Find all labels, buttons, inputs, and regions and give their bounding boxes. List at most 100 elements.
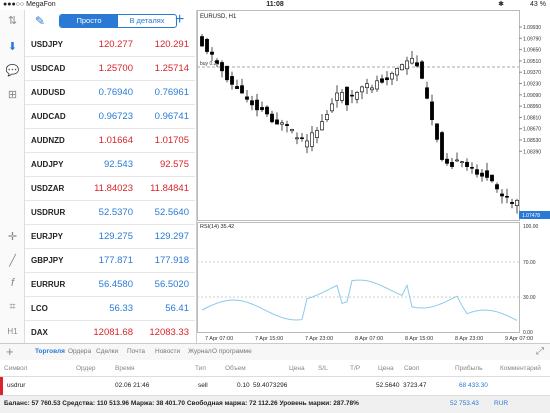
candle-body bbox=[440, 132, 444, 160]
price-tick-label: 1.09230 bbox=[523, 82, 541, 88]
rsi-line bbox=[201, 279, 518, 321]
quote-bid: 0.76940 bbox=[98, 87, 133, 98]
quote-bid: 1.25700 bbox=[98, 63, 133, 74]
candle-body bbox=[420, 61, 424, 79]
quote-symbol: EURRUR bbox=[31, 280, 66, 289]
expand-icon[interactable]: ⤢ bbox=[536, 346, 544, 357]
candle-body bbox=[200, 36, 204, 47]
add-icon[interactable]: + bbox=[6, 344, 14, 359]
candle-body bbox=[385, 77, 389, 81]
quote-row-eurjpy[interactable]: EURJPY 129.275 129.297 bbox=[25, 225, 195, 249]
rsi-label: RSI(14) 35.42 bbox=[200, 224, 234, 230]
tab-orders[interactable]: Ордера bbox=[68, 348, 91, 355]
candle-body bbox=[240, 85, 244, 94]
quote-row-lco[interactable]: LCO 56.33 56.41 bbox=[25, 297, 195, 321]
quote-symbol: AUDJPY bbox=[31, 160, 64, 169]
quote-symbol: USDZAR bbox=[31, 184, 65, 193]
quote-bid: 52.5370 bbox=[98, 207, 133, 218]
add-symbol-icon[interactable]: + bbox=[175, 11, 184, 29]
balance-text: Баланс: 57 760.53 Средства: 110 513.96 М… bbox=[4, 400, 359, 407]
candle-body bbox=[210, 51, 214, 55]
trade-price: 59.4073296 bbox=[253, 382, 288, 389]
toolbox-tabs: + Торговля Ордера Сделки Почта Новости Ж… bbox=[0, 343, 550, 360]
quote-ask: 0.76961 bbox=[154, 87, 189, 98]
quote-row-gbpjpy[interactable]: GBPJPY 177.871 177.918 bbox=[25, 249, 195, 273]
left-toolbar: ⇅ ⬇ 💬 ⊞ ✛ ╱ f ⌗ H1 bbox=[0, 10, 25, 343]
col-order: Ордер bbox=[76, 365, 96, 372]
quote-symbol: AUDNZD bbox=[31, 136, 65, 145]
chart-canvas[interactable]: EURUSD, H1 RSI(14) 35.42 1.09930 1.09790 1.0… bbox=[197, 10, 550, 343]
quote-row-audusd[interactable]: AUDUSD 0.76940 0.76961 bbox=[25, 81, 195, 105]
price-tick-label: 1.08670 bbox=[523, 127, 541, 133]
quote-row-usdcad[interactable]: USDCAD 1.25700 1.25714 bbox=[25, 57, 195, 81]
simple-view-button[interactable]: Просто bbox=[60, 15, 118, 27]
candle-body bbox=[375, 80, 379, 90]
candle-body bbox=[335, 92, 339, 101]
view-mode-switch[interactable]: Просто В деталях bbox=[59, 14, 177, 28]
time-tick-label: 7 Apr 15:00 bbox=[255, 336, 283, 342]
price-tick-label: 1.09510 bbox=[523, 59, 541, 65]
candle-body bbox=[325, 114, 329, 120]
quote-ask: 92.575 bbox=[159, 159, 189, 170]
candle-body bbox=[485, 170, 489, 178]
tab-deals[interactable]: Сделки bbox=[96, 348, 118, 355]
draw-line-icon[interactable]: ╱ bbox=[4, 254, 21, 269]
tab-about[interactable]: О программе bbox=[212, 348, 252, 355]
candle-body bbox=[435, 123, 439, 140]
crosshair-icon[interactable]: ✛ bbox=[4, 230, 21, 245]
col-comment: Комментарий bbox=[500, 365, 541, 372]
candle-body bbox=[470, 167, 474, 169]
candle-body bbox=[355, 92, 359, 100]
quote-row-usdjpy[interactable]: USDJPY 120.277 120.291 bbox=[25, 33, 195, 57]
indicators-icon[interactable]: f bbox=[4, 276, 21, 291]
col-sl: S/L bbox=[318, 365, 328, 372]
quotes-icon[interactable]: ⇅ bbox=[4, 14, 21, 29]
trade-current-price: 52.5640 bbox=[376, 382, 400, 389]
quote-row-audcad[interactable]: AUDCAD 0.96723 0.96741 bbox=[25, 105, 195, 129]
candle-body bbox=[450, 162, 454, 167]
timeframe-icon[interactable]: H1 bbox=[4, 324, 21, 339]
chat-icon[interactable]: 💬 bbox=[4, 64, 21, 79]
quote-row-dax[interactable]: DAX 12081.68 12083.33 bbox=[25, 321, 195, 345]
trade-volume: 0.10 bbox=[237, 382, 250, 389]
detailed-view-button[interactable]: В деталях bbox=[118, 15, 176, 27]
quote-row-audjpy[interactable]: AUDJPY 92.543 92.575 bbox=[25, 153, 195, 177]
candle-body bbox=[400, 64, 404, 71]
battery-indicator: 43 % bbox=[530, 1, 546, 8]
price-tick-label: 1.08810 bbox=[523, 115, 541, 121]
price-tick-label: 1.09930 bbox=[523, 25, 541, 31]
tab-mail[interactable]: Почта bbox=[127, 348, 145, 355]
price-chart[interactable]: EURUSD, H1 RSI(14) 35.42 1.09930 1.09790 1.0… bbox=[196, 10, 550, 343]
candle-body bbox=[305, 140, 309, 148]
col-time: Время bbox=[115, 365, 135, 372]
quote-symbol: USDRUR bbox=[31, 208, 66, 217]
candle-body bbox=[410, 58, 414, 64]
quote-bid: 12081.68 bbox=[93, 327, 133, 338]
edit-icon[interactable]: ✎ bbox=[35, 14, 45, 28]
quote-row-audnzd[interactable]: AUDNZD 1.01664 1.01705 bbox=[25, 129, 195, 153]
trade-icon[interactable]: ⬇ bbox=[4, 40, 21, 55]
quote-row-usdzar[interactable]: USDZAR 11.84023 11.84841 bbox=[25, 177, 195, 201]
candle-body bbox=[265, 106, 269, 115]
tab-journal[interactable]: Журнал bbox=[188, 348, 212, 355]
candle-body bbox=[380, 78, 384, 83]
tab-news[interactable]: Новости bbox=[155, 348, 180, 355]
total-profit: 52 753.43 bbox=[450, 400, 479, 407]
quote-row-eurrur[interactable]: EURRUR 56.4580 56.5020 bbox=[25, 273, 195, 297]
quote-bid: 129.275 bbox=[98, 231, 133, 242]
price-tick-label: 1.09790 bbox=[523, 36, 541, 42]
new-document-icon[interactable]: ⊞ bbox=[4, 88, 21, 103]
table-row[interactable]: usdrur 02.06 21:46 sell 0.10 59.4073296 … bbox=[0, 377, 550, 395]
candle-body bbox=[295, 137, 299, 140]
quote-row-usdrur[interactable]: USDRUR 52.5370 52.5640 bbox=[25, 201, 195, 225]
objects-icon[interactable]: ⌗ bbox=[4, 300, 21, 315]
tab-trade[interactable]: Торговля bbox=[35, 348, 65, 355]
candle-body bbox=[225, 65, 229, 81]
clock: 11:08 bbox=[266, 1, 284, 8]
chart-title: EURUSD, H1 bbox=[200, 14, 237, 20]
quote-symbol: AUDUSD bbox=[31, 88, 66, 97]
trade-table-header: Символ Ордер Время Тип Объем Цена S/L T/… bbox=[0, 360, 550, 377]
candle-body bbox=[275, 119, 279, 125]
candle-body bbox=[490, 174, 494, 182]
quote-ask: 52.5640 bbox=[154, 207, 189, 218]
